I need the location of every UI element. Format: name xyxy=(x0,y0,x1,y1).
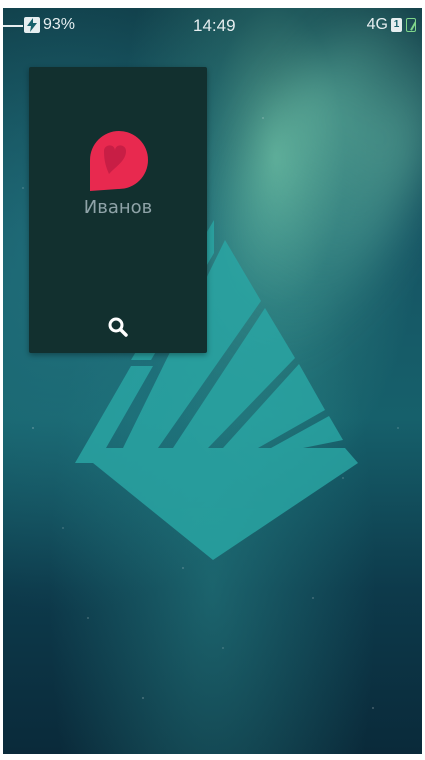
app-name-label: Иванов xyxy=(83,197,153,218)
app-cover-card[interactable]: Иванов xyxy=(29,67,207,353)
home-screen: 93% 14:49 4G 1 Иванов xyxy=(3,8,422,754)
sim-card-icon: 1 xyxy=(391,18,402,32)
status-indicator-line xyxy=(3,25,23,27)
signal-icon xyxy=(406,18,416,32)
battery-percent: 93% xyxy=(43,16,76,33)
search-button[interactable] xyxy=(106,315,130,339)
status-bar: 93% 14:49 4G 1 xyxy=(3,8,422,44)
heart-bubble-icon xyxy=(90,131,148,191)
charging-bolt-icon xyxy=(24,17,40,33)
clock: 14:49 xyxy=(193,16,236,35)
search-icon xyxy=(108,317,128,337)
network-type: 4G xyxy=(366,16,388,33)
